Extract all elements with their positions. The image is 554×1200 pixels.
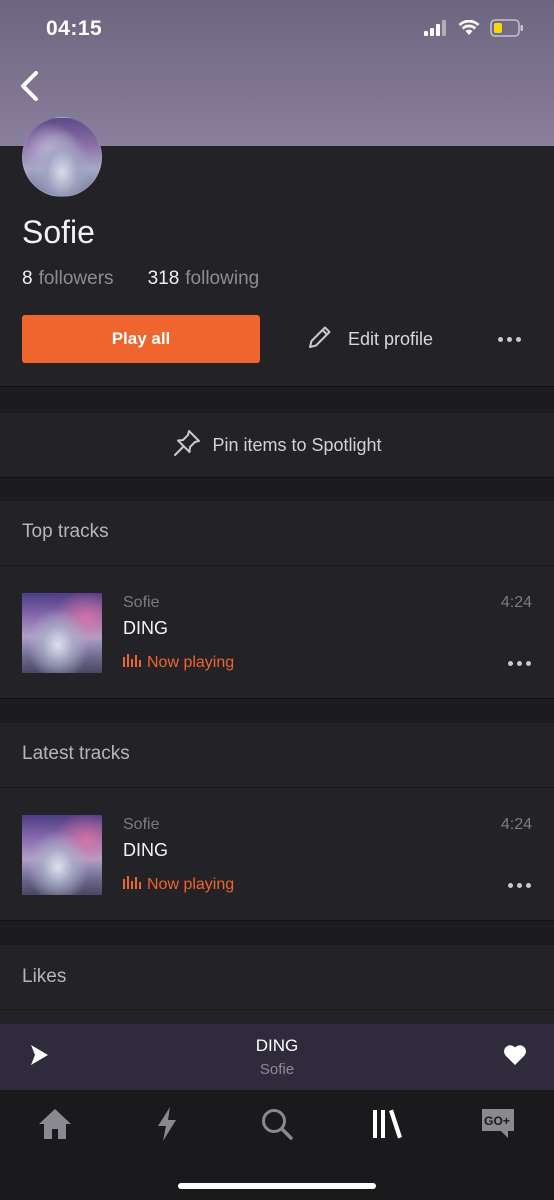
svg-text:GO+: GO+ (484, 1114, 510, 1128)
section-separator (0, 698, 554, 723)
battery-icon (490, 19, 524, 42)
followers-count: 8 (22, 268, 33, 289)
back-button[interactable] (12, 68, 46, 108)
section-separator (0, 386, 554, 413)
section-title-top-tracks: Top tracks (22, 521, 109, 542)
tab-library[interactable] (359, 1104, 415, 1148)
pin-to-spotlight-button[interactable]: Pin items to Spotlight (0, 413, 554, 477)
section-separator (0, 477, 554, 501)
track-row[interactable]: Sofie DING Now playing 4:24 (0, 788, 554, 920)
search-icon (260, 1107, 294, 1146)
track-title: DING (123, 840, 168, 860)
divider (0, 386, 554, 387)
following-label: following (185, 268, 260, 289)
chevron-left-icon (18, 70, 40, 107)
play-all-button[interactable]: Play all (22, 315, 260, 363)
pencil-icon (306, 323, 334, 356)
divider (0, 698, 554, 699)
now-playing-indicator: Now playing (123, 875, 234, 894)
track-artist: Sofie (123, 816, 160, 833)
following-count: 318 (147, 268, 180, 289)
cellular-signal-icon (424, 20, 448, 41)
profile-more-button[interactable] (494, 326, 524, 352)
divider (0, 920, 554, 921)
profile-avatar[interactable] (22, 117, 102, 197)
followers-label: followers (38, 268, 114, 289)
section-title-latest-tracks: Latest tracks (22, 743, 130, 764)
mini-player-title: DING (255, 1036, 299, 1055)
more-horizontal-icon (507, 882, 531, 888)
mini-player-artist: Sofie (259, 1061, 295, 1078)
status-bar-time: 04:15 (46, 17, 103, 40)
track-row[interactable]: Sofie DING Now playing 4:24 (0, 566, 554, 698)
now-playing-label: Now playing (147, 875, 235, 893)
wifi-icon (458, 19, 480, 41)
mini-player-like-button[interactable] (500, 1042, 530, 1072)
followers-link[interactable]: 8 followers (22, 268, 114, 290)
tab-home[interactable] (27, 1104, 83, 1148)
more-horizontal-icon (497, 336, 521, 342)
heart-icon (503, 1044, 527, 1071)
home-indicator (178, 1183, 376, 1189)
track-artwork (22, 815, 102, 895)
equalizer-icon (123, 653, 141, 672)
equalizer-icon (123, 875, 141, 894)
profile-stats: 8 followers 318 following (22, 268, 259, 290)
section-title-likes: Likes (22, 966, 67, 987)
profile-name: Sofie (22, 214, 95, 250)
following-link[interactable]: 318 following (148, 268, 260, 290)
stream-lightning-icon (155, 1106, 179, 1147)
track-more-button[interactable] (504, 874, 534, 896)
pin-label: Pin items to Spotlight (212, 434, 382, 455)
tab-go-plus[interactable]: GO+ (470, 1104, 526, 1148)
track-duration: 4:24 (500, 816, 532, 833)
divider (0, 1009, 554, 1010)
now-playing-label: Now playing (147, 653, 235, 671)
track-duration: 4:24 (500, 594, 532, 611)
track-more-button[interactable] (504, 652, 534, 674)
track-title: DING (123, 618, 168, 638)
edit-profile-button[interactable]: Edit profile (306, 322, 433, 356)
track-artwork (22, 593, 102, 673)
section-separator (0, 920, 554, 945)
more-horizontal-icon (507, 660, 531, 666)
status-bar-icons (424, 19, 524, 42)
go-plus-icon: GO+ (480, 1107, 516, 1146)
mini-player[interactable]: DING Sofie (0, 1024, 554, 1090)
tab-search[interactable] (249, 1104, 305, 1148)
library-icon (370, 1107, 404, 1146)
tab-stream[interactable] (139, 1104, 195, 1148)
home-icon (37, 1107, 73, 1146)
edit-profile-label: Edit profile (348, 328, 434, 349)
pin-icon (172, 428, 202, 463)
divider (0, 477, 554, 478)
now-playing-indicator: Now playing (123, 653, 234, 672)
track-artist: Sofie (123, 594, 160, 611)
